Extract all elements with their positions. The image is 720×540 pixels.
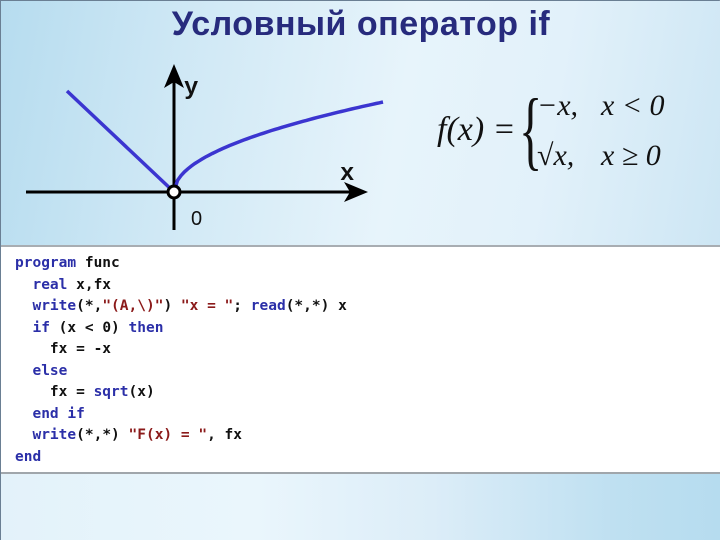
footer-background <box>1 474 720 540</box>
formula-case-2-expr: √x, <box>537 139 575 172</box>
code-text: ; <box>233 298 251 314</box>
x-axis-label: x <box>340 161 354 188</box>
code-text: (*,*) x <box>285 298 347 314</box>
code-line: if (x < 0) then <box>15 318 347 340</box>
code-string: "x = " <box>180 298 234 314</box>
code-keyword: read <box>250 298 286 314</box>
code-keyword: program <box>15 255 77 271</box>
code-keyword: if <box>32 319 50 336</box>
formula-case-1-expr: −x, <box>537 89 579 122</box>
formula-case-1-cond: x < 0 <box>601 89 665 122</box>
code-line: else <box>15 361 347 383</box>
code-keyword: sqrt <box>93 384 129 400</box>
code-keyword: write <box>32 427 77 443</box>
formula-case-2-cond: x ≥ 0 <box>601 139 661 172</box>
code-line: write(*,"(A,\)") "x = "; read(*,*) x <box>15 296 347 318</box>
code-text: (x < 0) <box>49 319 129 336</box>
code-text: (*,*) <box>76 427 129 443</box>
code-listing: program func real x,fx write(*,"(A,\)") … <box>15 253 347 468</box>
code-text: (*, <box>76 298 103 314</box>
code-keyword: then <box>128 319 164 336</box>
code-keyword: else <box>32 362 68 379</box>
slide-title: Условный оператор if <box>171 5 551 43</box>
slide: Условный оператор if y x 0 f(x) = { −x, … <box>0 0 720 540</box>
code-line: real x,fx <box>15 275 347 297</box>
code-text: fx = -x <box>15 341 112 357</box>
function-graph: y x 0 <box>26 64 384 230</box>
y-axis-label: y <box>184 75 198 102</box>
code-text: func <box>76 255 120 271</box>
code-text: , fx <box>207 427 243 443</box>
code-text: (x) <box>128 384 155 400</box>
code-string: "F(x) = " <box>128 427 208 443</box>
origin-label: 0 <box>191 208 202 230</box>
origin-point <box>166 184 182 200</box>
code-keyword: end <box>15 448 42 465</box>
code-line: write(*,*) "F(x) = ", fx <box>15 425 347 447</box>
code-keyword: end if <box>32 405 85 422</box>
formula-lhs: f(x) = <box>437 111 516 148</box>
code-string: "(A,\)" <box>102 298 164 314</box>
code-text: fx = <box>15 384 94 400</box>
code-text: ) <box>163 298 181 314</box>
code-keyword: write <box>32 298 77 314</box>
code-line: end if <box>15 404 347 426</box>
code-line: fx = sqrt(x) <box>15 382 347 404</box>
code-line: program func <box>15 253 347 275</box>
piecewise-formula: f(x) = { −x, x < 0 √x, x ≥ 0 <box>433 87 673 187</box>
code-line: fx = -x <box>15 339 347 361</box>
curve-negative-branch <box>65 89 176 194</box>
code-line: end <box>15 447 347 469</box>
code-keyword: real <box>32 276 68 293</box>
code-text: x,fx <box>67 276 112 293</box>
